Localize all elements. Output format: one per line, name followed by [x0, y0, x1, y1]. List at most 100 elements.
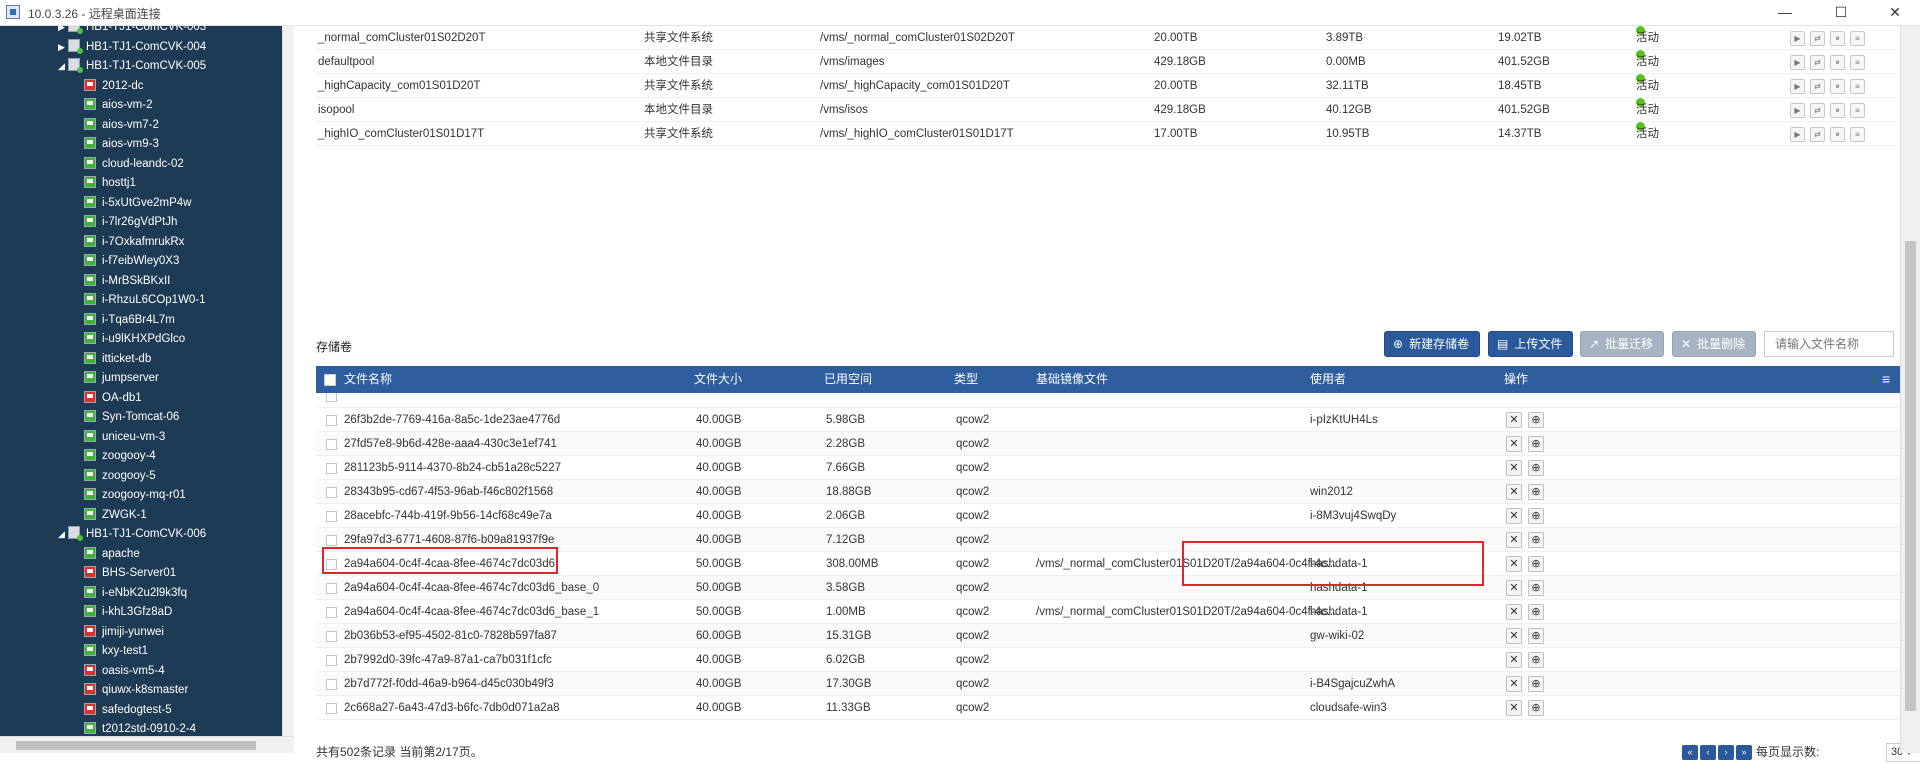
tree-vm-node[interactable]: 2012-dc	[84, 77, 144, 96]
delete-volume-button[interactable]: ✕	[1506, 484, 1522, 500]
batch-delete-button[interactable]: ✕ 批量删除	[1672, 331, 1757, 357]
col-type[interactable]: 类型	[954, 366, 978, 393]
pool-refresh-button[interactable]: ⇄	[1810, 79, 1825, 94]
tree-vm-node[interactable]: oasis-vm5-4	[84, 662, 165, 681]
pool-row[interactable]: _normal_comCluster01S02D20T 共享文件系统/vms/_n…	[316, 26, 1896, 50]
download-volume-button[interactable]: ⊕	[1528, 580, 1544, 596]
scrollbar-thumb[interactable]	[16, 741, 256, 750]
delete-volume-button[interactable]: ✕	[1506, 508, 1522, 524]
tree-vm-node[interactable]: cloud-leandc-02	[84, 155, 184, 174]
table-row[interactable]: 2b7d772f-f0dd-46a9-b964-d45c030b49f3 40.0…	[316, 672, 1900, 696]
row-checkbox[interactable]	[326, 511, 337, 522]
col-size[interactable]: 文件大小	[694, 366, 742, 393]
row-checkbox[interactable]	[326, 439, 337, 450]
pool-row[interactable]: isopool 本地文件目录/vms/isos 429.18GB 40.12GB 401…	[316, 98, 1896, 122]
tree-vm-node[interactable]: uniceu-vm-3	[84, 428, 165, 447]
table-row[interactable]: 27fd57e8-9b6d-428e-aaa4-430c3e1ef741 40.0…	[316, 432, 1900, 456]
download-volume-button[interactable]: ⊕	[1528, 484, 1544, 500]
tree-host-node[interactable]: ▶ HB1-TJ1-ComCVK-003	[58, 26, 206, 37]
tree-vm-node[interactable]: i-khL3Gfz8aD	[84, 603, 172, 622]
tree-vm-node[interactable]: ZWGK-1	[84, 506, 147, 525]
row-checkbox[interactable]	[326, 655, 337, 666]
tree-vertical-scrollbar[interactable]	[282, 26, 294, 736]
pool-start-button[interactable]: ▶	[1790, 55, 1805, 70]
table-row[interactable]: 28343b95-cd67-4f53-96ab-f46c802f1568 40.0…	[316, 480, 1900, 504]
pool-pause-button[interactable]: ⏸	[1830, 31, 1845, 46]
download-volume-button[interactable]: ⊕	[1528, 460, 1544, 476]
delete-volume-button[interactable]: ✕	[1506, 556, 1522, 572]
row-checkbox[interactable]	[326, 703, 337, 714]
pool-row[interactable]: _highCapacity_com01S01D20T 共享文件系统/vms/_hi…	[316, 74, 1896, 98]
tree-vm-node[interactable]: qiuwx-k8smaster	[84, 681, 188, 700]
pool-refresh-button[interactable]: ⇄	[1810, 55, 1825, 70]
main-vertical-scrollbar[interactable]	[1900, 26, 1920, 753]
pool-start-button[interactable]: ▶	[1790, 79, 1805, 94]
pool-start-button[interactable]: ▶	[1790, 103, 1805, 118]
pool-row[interactable]: defaultpool 本地文件目录/vms/images 429.18GB 0.00…	[316, 50, 1896, 74]
table-row[interactable]: 26f3b2de-7769-416a-8a5c-1de23ae4776d 40.0…	[316, 408, 1900, 432]
tree-vm-node[interactable]: i-5xUtGve2mP4w	[84, 194, 191, 213]
download-volume-button[interactable]: ⊕	[1528, 676, 1544, 692]
col-name[interactable]: 文件名称	[344, 366, 392, 393]
tree-vm-node[interactable]: hosttj1	[84, 174, 136, 193]
download-volume-button[interactable]: ⊕	[1528, 700, 1544, 716]
pool-list-button[interactable]: ≡	[1850, 55, 1865, 70]
pool-pause-button[interactable]: ⏸	[1830, 55, 1845, 70]
table-row[interactable]: 281123b5-9114-4370-8b24-cb51a28c5227 40.0…	[316, 456, 1900, 480]
table-row[interactable]: 2b7992d0-39fc-47a9-87a1-ca7b031f1cfc 40.0…	[316, 648, 1900, 672]
tree-vm-node[interactable]: i-u9lKHXPdGlco	[84, 330, 185, 349]
row-checkbox[interactable]	[326, 631, 337, 642]
tree-vm-node[interactable]: kxy-test1	[84, 642, 148, 661]
tree-host-node[interactable]: ◢ HB1-TJ1-ComCVK-005	[58, 57, 206, 76]
expand-toggle-icon[interactable]: ◢	[58, 525, 68, 544]
tree-vm-node[interactable]: i-7OxkafmrukRx	[84, 233, 184, 252]
delete-volume-button[interactable]: ✕	[1506, 700, 1522, 716]
tree-vm-node[interactable]: i-RhzuL6COp1W0-1	[84, 291, 206, 310]
delete-volume-button[interactable]: ✕	[1506, 604, 1522, 620]
col-used[interactable]: 已用空间	[824, 366, 872, 393]
tree-vm-node[interactable]: BHS-Server01	[84, 564, 176, 583]
download-volume-button[interactable]: ⊕	[1528, 604, 1544, 620]
tree-vm-node[interactable]: i-7lr26gVdPtJh	[84, 213, 177, 232]
delete-volume-button[interactable]: ✕	[1506, 676, 1522, 692]
upload-file-button[interactable]: ▤ 上传文件	[1488, 331, 1574, 357]
tree-vm-node[interactable]: aios-vm7-2	[84, 116, 159, 135]
download-volume-button[interactable]: ⊕	[1528, 532, 1544, 548]
tree-vm-node[interactable]: itticket-db	[84, 350, 151, 369]
pool-start-button[interactable]: ▶	[1790, 31, 1805, 46]
pool-refresh-button[interactable]: ⇄	[1810, 127, 1825, 142]
row-checkbox[interactable]	[326, 679, 337, 690]
download-volume-button[interactable]: ⊕	[1528, 556, 1544, 572]
tree-vm-node[interactable]: jumpserver	[84, 369, 159, 388]
delete-volume-button[interactable]: ✕	[1506, 460, 1522, 476]
scrollbar-thumb[interactable]	[1905, 241, 1916, 711]
new-volume-button[interactable]: ⊕ 新建存储卷	[1384, 331, 1481, 357]
tree-vm-node[interactable]: safedogtest-5	[84, 701, 172, 720]
tree-vm-node[interactable]: i-f7eibWley0X3	[84, 252, 179, 271]
pool-pause-button[interactable]: ⏸	[1830, 79, 1845, 94]
tree-host-node[interactable]: ▶ HB1-TJ1-ComCVK-004	[58, 38, 206, 57]
table-row[interactable]: 2a94a604-0c4f-4caa-8fee-4674c7dc03d6_bas…	[316, 576, 1900, 600]
pool-refresh-button[interactable]: ⇄	[1810, 103, 1825, 118]
row-checkbox[interactable]	[326, 487, 337, 498]
delete-volume-button[interactable]: ✕	[1506, 436, 1522, 452]
tree-host-node[interactable]: ◢ HB1-TJ1-ComCVK-006	[58, 525, 206, 544]
tree-vm-node[interactable]: aios-vm-2	[84, 96, 152, 115]
table-row[interactable]: 2b036b53-ef95-4502-81c0-7828b597fa87 60.0…	[316, 624, 1900, 648]
delete-volume-button[interactable]: ✕	[1506, 580, 1522, 596]
tree-vm-node[interactable]: aios-vm9-3	[84, 135, 159, 154]
tree-vm-node[interactable]: zoogooy-mq-r01	[84, 486, 186, 505]
pool-pause-button[interactable]: ⏸	[1830, 127, 1845, 142]
pool-list-button[interactable]: ≡	[1850, 127, 1865, 142]
column-menu-icon[interactable]: ≡	[1882, 366, 1890, 393]
pool-list-button[interactable]: ≡	[1850, 79, 1865, 94]
expand-toggle-icon[interactable]: ▶	[58, 26, 68, 37]
minimize-button[interactable]: —	[1762, 0, 1808, 26]
download-volume-button[interactable]: ⊕	[1528, 652, 1544, 668]
tree-vm-node[interactable]: Syn-Tomcat-06	[84, 408, 179, 427]
pool-refresh-button[interactable]: ⇄	[1810, 31, 1825, 46]
row-checkbox[interactable]	[326, 607, 337, 618]
pool-pause-button[interactable]: ⏸	[1830, 103, 1845, 118]
delete-volume-button[interactable]: ✕	[1506, 652, 1522, 668]
download-volume-button[interactable]: ⊕	[1528, 412, 1544, 428]
